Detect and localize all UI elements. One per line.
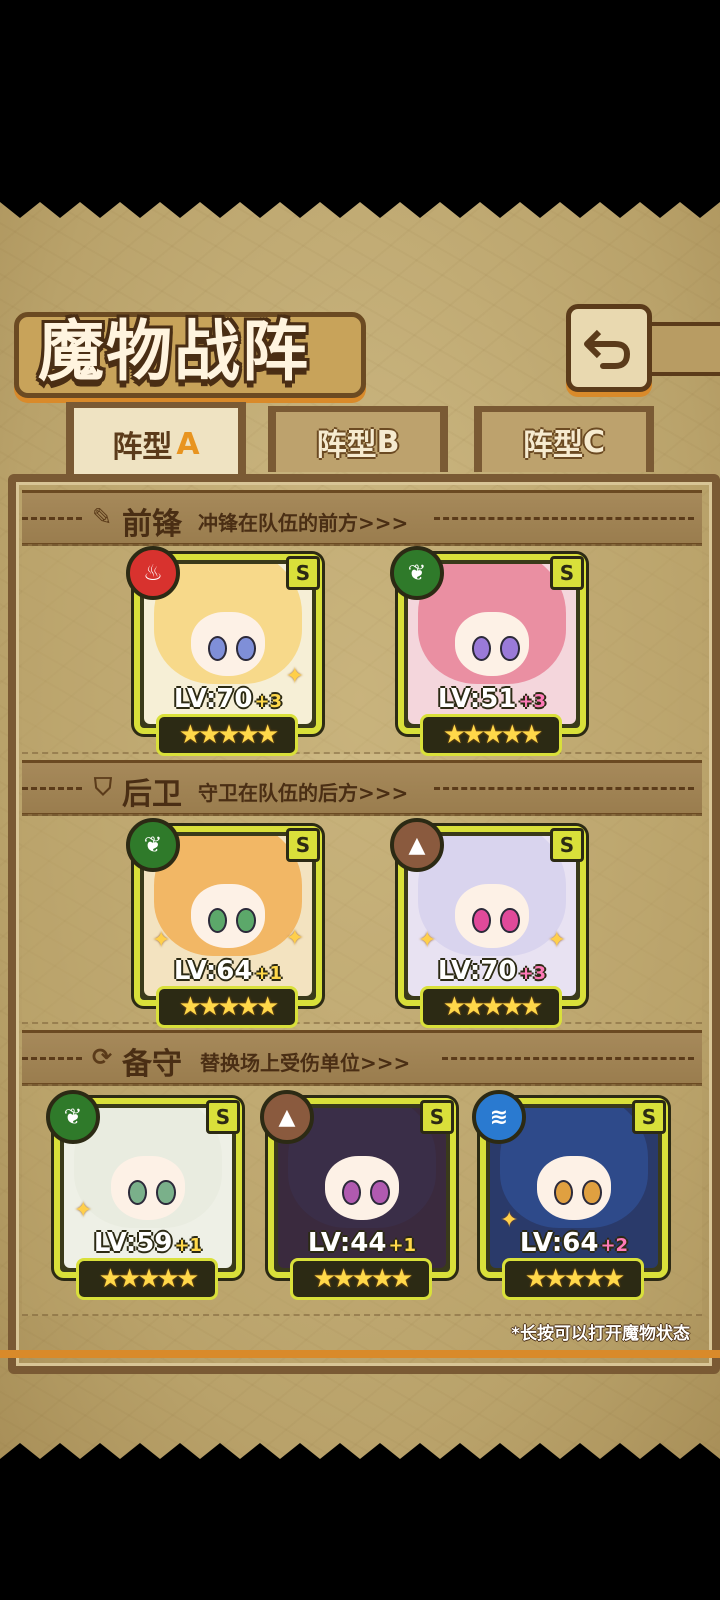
monster-card[interactable]: S ▲ LV:44 +1 — [260, 1090, 456, 1278]
earth-element-icon: ▲ — [260, 1090, 314, 1144]
tab-label: 阵型 — [112, 430, 173, 465]
sword-icon: ✎ — [92, 503, 113, 531]
long-press-hint: *长按可以打开魔物状态 — [511, 1324, 690, 1344]
rank-badge: S — [550, 828, 584, 862]
frame-bottom-trim — [0, 1350, 720, 1358]
tab-label: 阵型 — [522, 428, 583, 463]
tab-formation-b[interactable]: 阵型 B — [268, 406, 448, 472]
water-element-icon: ≋ — [472, 1090, 526, 1144]
section-title: 前锋 — [122, 507, 182, 542]
level-label: LV:70 +3 — [437, 956, 547, 986]
rank-badge: S — [286, 556, 320, 590]
monster-card[interactable]: ✦ S ❦ LV:59 +1 — [46, 1090, 242, 1278]
section-desc: 替换场上受伤单位>>> — [200, 1051, 411, 1075]
star-rating: ★★★★★ — [156, 714, 298, 756]
star-rating: ★★★★★ — [290, 1258, 432, 1300]
tab-letter: B — [376, 424, 400, 460]
star-rating: ★★★★★ — [420, 714, 562, 756]
level-label: LV:59 +1 — [93, 1228, 203, 1258]
star-rating: ★★★★★ — [76, 1258, 218, 1300]
monster-card[interactable]: ✦ ✦ S ❦ LV:64 +1 — [126, 818, 322, 1006]
leaf-element-icon: ❦ — [126, 818, 180, 872]
star-rating: ★★★★★ — [420, 986, 562, 1028]
section-title: 备守 — [122, 1047, 182, 1082]
page-title: 魔物战阵 — [38, 313, 310, 390]
leaf-element-icon: ❦ — [46, 1090, 100, 1144]
top-torn-edge — [0, 192, 720, 218]
front-row — [22, 544, 702, 754]
section-header-reserve: ⟳ 备守 替换场上受伤单位>>> — [22, 1030, 702, 1086]
section-header-front: ✎ 前锋 冲锋在队伍的前方>>> — [22, 490, 702, 546]
fire-element-icon: ♨ — [126, 546, 180, 600]
section-title: 后卫 — [122, 777, 182, 812]
monster-card[interactable]: ✦ S ≋ LV:64 +2 — [472, 1090, 668, 1278]
level-label: LV:51 +3 — [437, 684, 547, 714]
monster-card[interactable]: S ❦ LV:51 +3 — [390, 546, 586, 734]
tab-label: 阵型 — [316, 428, 377, 463]
level-label: LV:64 +2 — [519, 1228, 629, 1258]
back-bar — [640, 322, 720, 376]
tab-letter: C — [582, 424, 606, 460]
bottom-torn-edge — [0, 1443, 720, 1469]
back-button[interactable] — [566, 304, 652, 392]
level-label: LV:70 +3 — [173, 684, 283, 714]
rank-badge: S — [206, 1100, 240, 1134]
earth-element-icon: ▲ — [390, 818, 444, 872]
monster-card[interactable]: ✦ ✦ S ▲ LV:70 +3 — [390, 818, 586, 1006]
tab-formation-c[interactable]: 阵型 C — [474, 406, 654, 472]
rank-badge: S — [632, 1100, 666, 1134]
tab-letter: A — [176, 426, 200, 462]
leaf-element-icon: ❦ — [390, 546, 444, 600]
star-rating: ★★★★★ — [502, 1258, 644, 1300]
back-row — [22, 814, 702, 1024]
star-rating: ★★★★★ — [156, 986, 298, 1028]
rank-badge: S — [550, 556, 584, 590]
back-arrow-icon — [584, 329, 631, 369]
formation-panel: 魔物战阵 阵型 A 阵型 B 阵型 C ✎ 前锋 冲锋在队伍的前方>>> ⛉ 后卫 守… — [0, 192, 720, 1469]
level-label: LV:64 +1 — [173, 956, 283, 986]
monster-card[interactable]: ✦ S ♨ LV:70 +3 — [126, 546, 322, 734]
rank-badge: S — [420, 1100, 454, 1134]
rank-badge: S — [286, 828, 320, 862]
section-header-back: ⛉ 后卫 守卫在队伍的后方>>> — [22, 760, 702, 816]
section-desc: 冲锋在队伍的前方>>> — [198, 511, 409, 535]
shield-icon: ⛉ — [94, 773, 112, 801]
swap-icon: ⟳ — [92, 1043, 113, 1071]
level-label: LV:44 +1 — [307, 1228, 417, 1258]
section-desc: 守卫在队伍的后方>>> — [198, 781, 409, 805]
tab-formation-a[interactable]: 阵型 A — [66, 402, 246, 480]
